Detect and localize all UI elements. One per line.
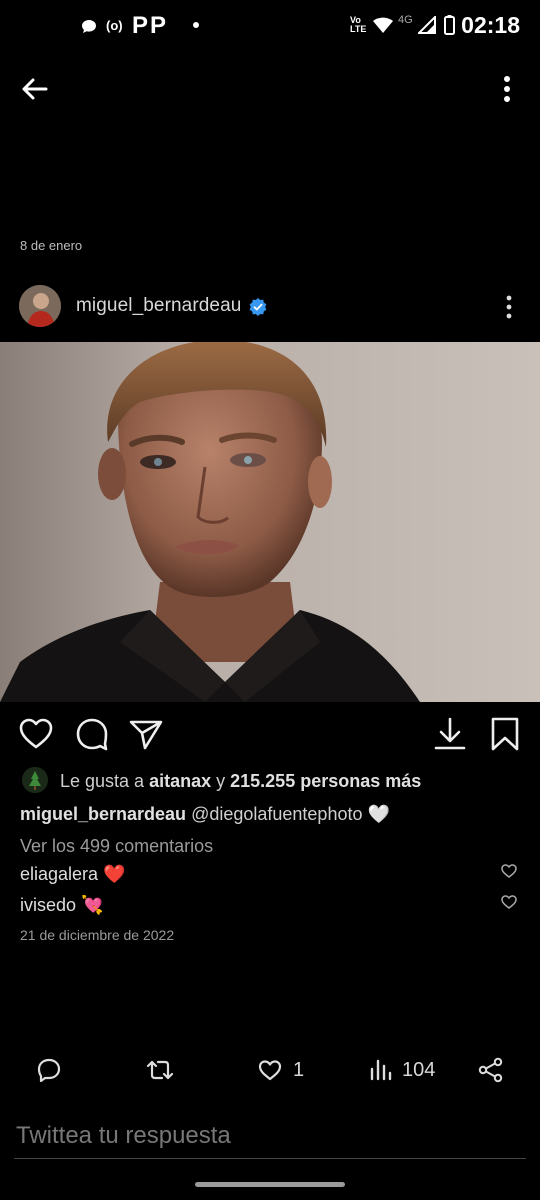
share-nodes-icon [478,1057,503,1083]
post-timestamp: 21 de diciembre de 2022 [20,927,175,943]
post-options-icon[interactable] [497,292,521,322]
comment-username[interactable]: eliagalera [20,864,98,884]
caption-username[interactable]: miguel_bernardeau [20,804,186,824]
comment-emoji: ❤️ [103,864,126,884]
post-photo[interactable] [0,342,540,702]
tweet-like-count: 1 [293,1058,305,1081]
post-date: 8 de enero [20,238,83,253]
wifi-icon [373,17,393,33]
hotspot-icon: (o) [106,18,123,33]
comment-row: eliagalera ❤️ [20,864,126,885]
home-indicator[interactable] [195,1182,345,1187]
likes-prefix: Le gusta a [60,771,150,791]
tweet-like-button[interactable]: 1 [257,1052,304,1088]
tweet-views-button[interactable]: 104 [368,1052,435,1088]
views-chart-icon [370,1059,392,1081]
post-username[interactable]: miguel_bernardeau [76,295,241,317]
view-comments-link[interactable]: Ver los 499 comentarios [20,836,213,857]
back-arrow-icon[interactable] [18,72,52,106]
network-type-label: 4G [398,14,413,26]
like-heart-icon[interactable] [16,714,56,754]
likes-summary[interactable]: Le gusta a aitanax y 215.255 personas má… [60,771,421,792]
caption-text: @diegolafuentephoto 🤍 [186,804,390,824]
battery-icon [444,15,455,35]
comment-icon[interactable] [72,714,112,754]
heart-icon [258,1060,282,1081]
tweet-view-count: 104 [402,1058,436,1081]
reply-bubble-icon [37,1058,61,1083]
comment-like-icon[interactable] [500,893,518,911]
likes-mid: y [211,771,231,791]
bookmark-icon[interactable] [485,714,525,754]
retweet-icon [146,1060,174,1080]
app-p-icons: PP [132,12,169,39]
post-caption: miguel_bernardeau @diegolafuentephoto 🤍 [20,804,390,825]
signal-icon [418,16,436,34]
volte-icon: Vo LTE [350,15,367,34]
status-bar: (o) PP Vo LTE 4G 02:18 [0,0,540,54]
status-time: 02:18 [461,12,520,38]
notification-dot-icon [193,22,199,28]
avatar[interactable] [19,285,61,327]
reply-button[interactable] [36,1052,62,1088]
comment-like-icon[interactable] [500,862,518,880]
reply-input[interactable] [14,1114,526,1159]
comment-row: ivisedo 💘 [20,895,103,916]
likes-count[interactable]: 215.255 personas más [230,771,421,791]
verified-badge-icon [249,298,267,316]
retweet-button[interactable] [145,1052,175,1088]
liker-username[interactable]: aitanax [149,771,211,791]
more-options-icon[interactable] [492,72,522,106]
tweet-share-button[interactable] [478,1052,504,1088]
comment-username[interactable]: ivisedo [20,895,76,915]
comment-emoji: 💘 [81,895,104,915]
download-icon[interactable] [430,714,470,754]
share-send-icon[interactable] [126,714,166,754]
chat-bubble-icon [82,20,96,33]
liker-avatar[interactable] [22,767,48,793]
